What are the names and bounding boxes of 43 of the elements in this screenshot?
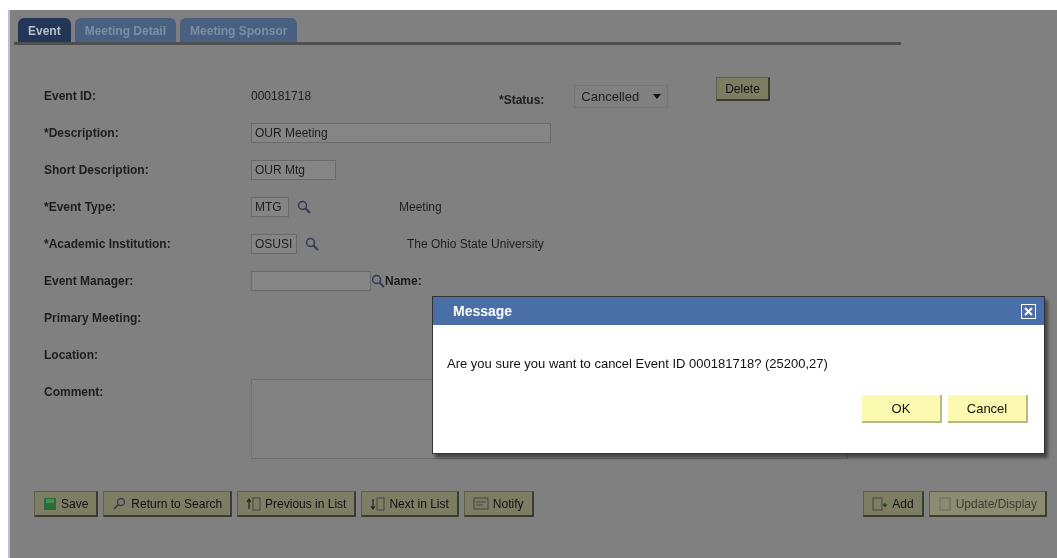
toolbar-button[interactable]: Add: [863, 491, 924, 517]
text-field[interactable]: MTG: [251, 197, 289, 217]
search-icon: [112, 496, 128, 511]
dialog-button[interactable]: OK: [862, 395, 942, 423]
field-label: *Status:: [499, 93, 545, 107]
search-icon[interactable]: [371, 274, 385, 288]
search-icon[interactable]: [305, 237, 319, 251]
close-icon: [1024, 306, 1033, 316]
envelope-icon: [472, 497, 489, 510]
add-page-icon: [872, 496, 889, 511]
dialog-message: Are you sure you want to cancel Event ID 000181718? (25200,27): [447, 356, 829, 371]
toolbar-button[interactable]: Next in List: [361, 491, 459, 517]
field-label: Event Manager:: [44, 274, 135, 288]
close-button[interactable]: [1021, 303, 1036, 319]
status-dropdown[interactable]: Cancelled: [574, 84, 669, 108]
text-field[interactable]: OUR Mtg: [251, 160, 336, 180]
field-label: Location:: [44, 348, 99, 362]
search-icon[interactable]: [297, 200, 311, 214]
list-down-icon: [370, 496, 386, 511]
text-field[interactable]: [251, 271, 371, 291]
dialog-button[interactable]: Cancel: [948, 395, 1028, 423]
field-label: *Academic Institution:: [44, 237, 172, 251]
field-description: The Ohio State University: [407, 237, 544, 251]
field-label: Event ID:: [44, 89, 97, 103]
caret-icon: [653, 93, 662, 99]
event-id-value: 000181718: [251, 89, 313, 103]
field-label: Comment:: [44, 385, 105, 399]
field-label: *Description:: [44, 126, 120, 140]
toolbar-button[interactable]: Notify: [463, 491, 534, 517]
text-field[interactable]: OUR Meeting: [251, 123, 551, 143]
field-label: *Event Type:: [44, 200, 117, 214]
field-description: Meeting: [399, 200, 442, 214]
delete-button[interactable]: Delete: [716, 77, 770, 101]
field-label: Name:: [385, 274, 422, 288]
dialog-title: Message: [453, 303, 513, 319]
list-up-icon: [246, 496, 262, 511]
toolbar-button[interactable]: Return to Search: [103, 491, 233, 517]
toolbar-button[interactable]: Previous in List: [237, 491, 357, 517]
text-field[interactable]: OSUSI: [251, 234, 297, 254]
tab[interactable]: Event: [18, 18, 71, 42]
field-label: Short Description:: [44, 163, 150, 177]
toolbar-button[interactable]: Save: [34, 491, 99, 517]
field-label: Primary Meeting:: [44, 311, 143, 325]
